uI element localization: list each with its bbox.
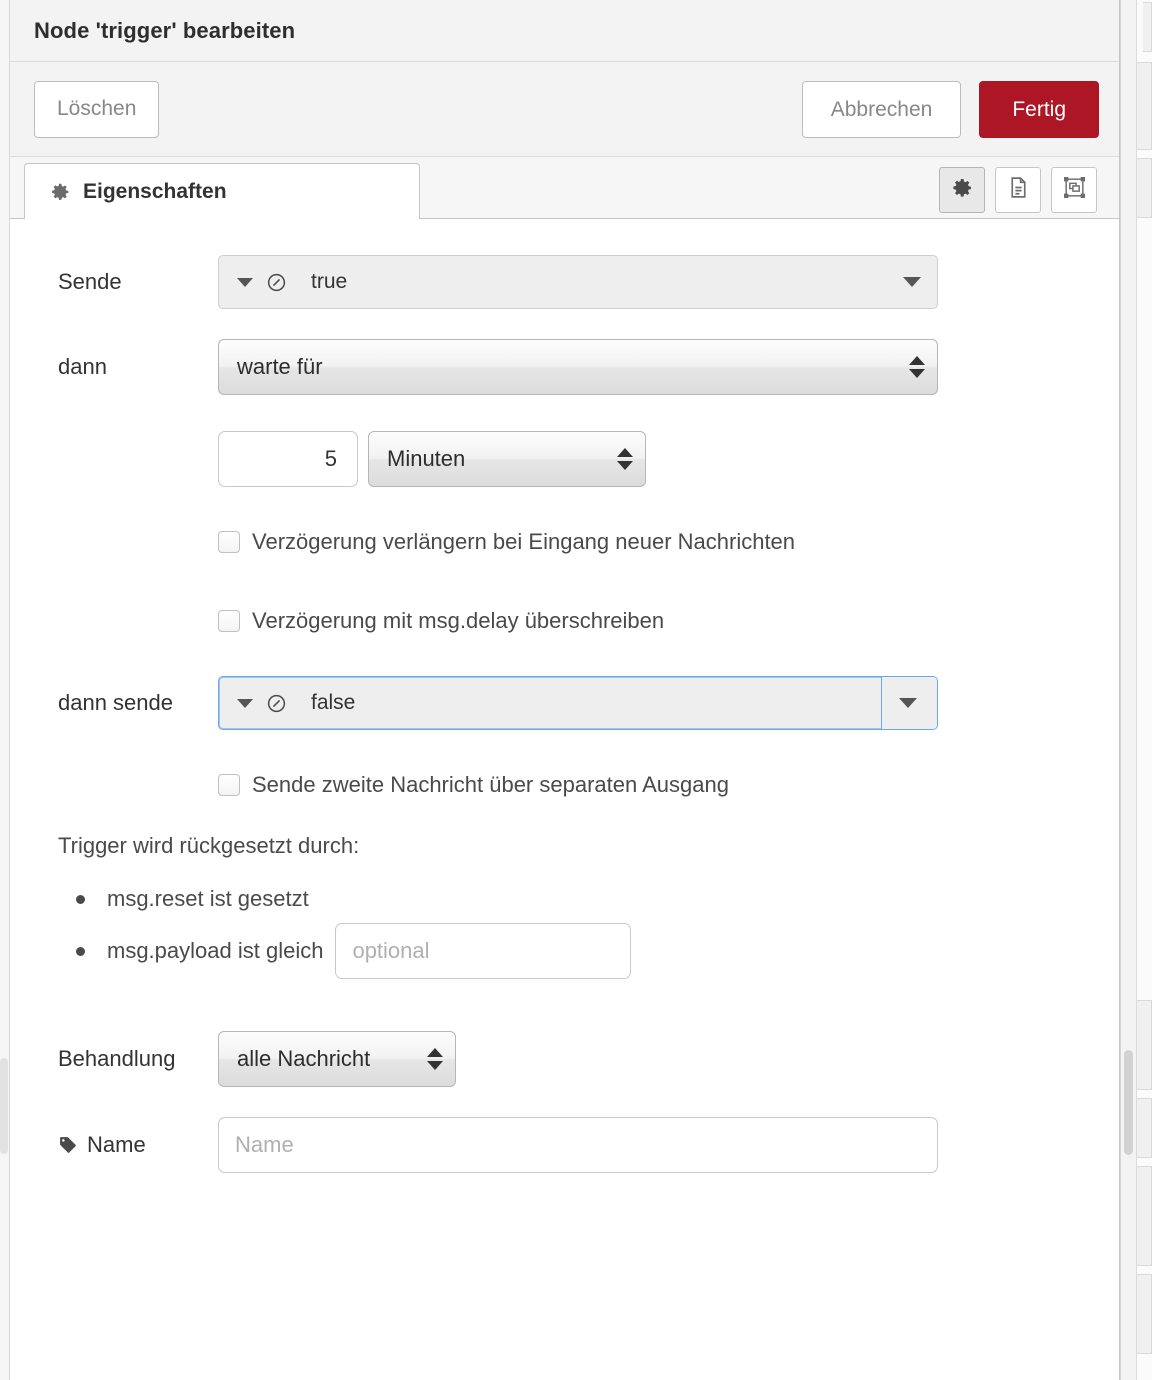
boolean-icon: [266, 272, 287, 293]
send-typed-input[interactable]: true: [218, 255, 938, 309]
extend-delay-checkbox-row[interactable]: Verzögerung verlängern bei Eingang neuer…: [218, 529, 795, 555]
duration-input[interactable]: [218, 431, 358, 487]
workspace-scrollbar-thumb[interactable]: [1124, 1050, 1133, 1155]
background-panel-item: [1137, 62, 1152, 150]
handling-value: alle Nachricht: [237, 1046, 371, 1071]
then-send-type-selector[interactable]: [219, 693, 287, 714]
dialog-header: Node 'trigger' bearbeiten: [10, 0, 1119, 62]
list-item: msg.reset ist gesetzt: [10, 873, 1119, 925]
stepper-arrows-icon: [617, 448, 633, 470]
dialog-button-bar: Löschen Abbrechen Fertig: [10, 62, 1119, 157]
stepper-arrows-icon: [427, 1048, 443, 1070]
row-second-output-checkbox: Sende zweite Nachricht über separaten Au…: [10, 743, 1119, 827]
description-tool-button[interactable]: [995, 167, 1041, 213]
appearance-tool-button[interactable]: [1051, 167, 1097, 213]
app-root: Node 'trigger' bearbeiten Löschen Abbrec…: [0, 0, 1152, 1380]
bullet-icon: [76, 894, 85, 904]
properties-tool-button[interactable]: [939, 167, 985, 213]
name-input[interactable]: [218, 1117, 938, 1173]
handling-select[interactable]: alle Nachricht: [218, 1031, 456, 1087]
send-label: Sende: [58, 269, 122, 294]
chevron-down-icon: [237, 277, 253, 287]
send-type-selector[interactable]: [219, 272, 287, 293]
tab-label: Eigenschaften: [83, 179, 227, 203]
reset-condition-list: msg.reset ist gesetzt msg.payload ist gl…: [10, 873, 1119, 979]
then-value: warte für: [237, 354, 323, 379]
stepper-arrows-icon: [909, 356, 925, 378]
background-panel-item: [1143, 2, 1152, 52]
reset-payload-input[interactable]: [335, 923, 632, 979]
chevron-down-icon[interactable]: [903, 277, 921, 287]
done-button[interactable]: Fertig: [979, 81, 1099, 138]
node-edit-dialog: Node 'trigger' bearbeiten Löschen Abbrec…: [10, 0, 1120, 1380]
document-icon: [1006, 175, 1031, 205]
then-send-typed-input[interactable]: false: [218, 676, 938, 730]
dialog-body: Sende true dann warte für 5 Minuten Verz…: [10, 219, 1119, 1380]
tab-tool-group: [939, 167, 1097, 213]
reset-section-title: Trigger wird rückgesetzt durch:: [58, 833, 360, 858]
row-name: Name: [10, 1107, 1119, 1183]
appearance-icon: [1062, 175, 1087, 205]
row-duration: Minuten: [10, 413, 1119, 505]
background-panel-item: [1137, 158, 1152, 218]
row-extend-checkbox: Verzögerung verlängern bei Eingang neuer…: [10, 505, 1119, 579]
checkbox-icon[interactable]: [218, 610, 240, 632]
gear-icon: [950, 176, 974, 205]
dialog-actions: Abbrechen Fertig: [801, 62, 1099, 157]
background-panel-item: [1137, 1274, 1152, 1354]
name-label: Name: [87, 1132, 146, 1157]
row-override-checkbox: Verzögerung mit msg.delay überschreiben: [10, 579, 1119, 663]
row-then: dann warte für: [10, 321, 1119, 413]
dialog-title: Node 'trigger' bearbeiten: [34, 17, 296, 43]
second-output-checkbox-label: Sende zweite Nachricht über separaten Au…: [252, 772, 729, 797]
then-send-value: false: [311, 691, 356, 714]
checkbox-icon[interactable]: [218, 774, 240, 796]
handling-label: Behandlung: [58, 1046, 176, 1071]
checkbox-icon[interactable]: [218, 531, 240, 553]
tab-bar: Eigenschaften: [10, 157, 1119, 220]
left-scrollbar-thumb[interactable]: [0, 1058, 8, 1154]
extend-delay-checkbox-label: Verzögerung verlängern bei Eingang neuer…: [252, 529, 796, 554]
then-send-label: dann sende: [58, 690, 173, 715]
reset-item-1-text: msg.payload ist gleich: [107, 938, 324, 963]
background-panel-item: [1137, 1166, 1152, 1266]
row-handling: Behandlung alle Nachricht: [10, 1011, 1119, 1107]
background-panel-item: [1137, 1098, 1152, 1158]
tag-icon: [58, 1135, 78, 1155]
then-select[interactable]: warte für: [218, 339, 938, 395]
then-label: dann: [58, 354, 107, 379]
name-label-wrap: Name: [10, 1132, 218, 1158]
override-delay-checkbox-label: Verzögerung mit msg.delay überschreiben: [252, 608, 665, 633]
row-then-send: dann sende false: [10, 663, 1119, 743]
cancel-button[interactable]: Abbrechen: [801, 81, 962, 138]
second-output-checkbox-row[interactable]: Sende zweite Nachricht über separaten Au…: [218, 772, 729, 798]
row-send: Sende true: [10, 243, 1119, 321]
send-value: true: [311, 270, 348, 293]
chevron-down-icon: [237, 698, 253, 708]
boolean-icon: [266, 693, 287, 714]
tab-properties[interactable]: Eigenschaften: [24, 163, 420, 220]
gear-icon: [49, 181, 71, 203]
list-item: msg.payload ist gleich: [10, 923, 1119, 979]
bullet-icon: [76, 946, 85, 956]
reset-item-0-text: msg.reset ist gesetzt: [107, 886, 309, 911]
chevron-down-icon[interactable]: [899, 698, 917, 708]
background-panel-item: [1137, 1000, 1152, 1090]
duration-unit-select[interactable]: Minuten: [368, 431, 646, 487]
duration-unit-value: Minuten: [387, 446, 466, 471]
delete-button[interactable]: Löschen: [34, 80, 160, 138]
override-delay-checkbox-row[interactable]: Verzögerung mit msg.delay überschreiben: [218, 608, 664, 634]
